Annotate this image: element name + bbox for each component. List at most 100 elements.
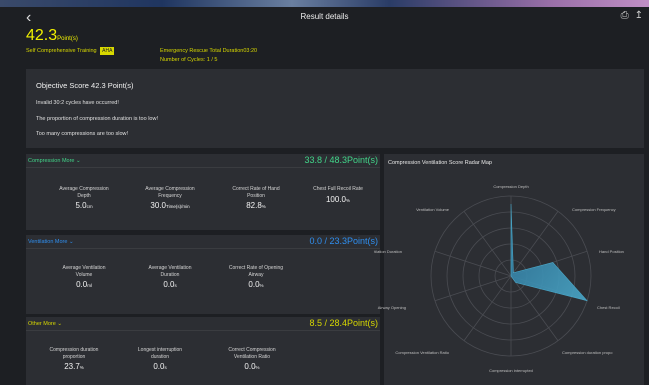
- chevron-down-icon: ⌄: [57, 321, 62, 327]
- metric-number: 0.0: [248, 280, 260, 289]
- page-title: Result details: [300, 12, 349, 21]
- metric-value: 100.0%: [298, 195, 378, 204]
- compression-title: Compression: [28, 158, 61, 164]
- ventilation-more-link[interactable]: More: [55, 239, 68, 245]
- metric-unit: %: [79, 365, 84, 370]
- objective-score-panel: Objective Score 42.3 Point(s) Invalid 30…: [26, 69, 644, 148]
- metric-value: 0.0s: [130, 280, 210, 289]
- metric-avg-ventilation-duration: Average Ventilation Duration 0.0s: [130, 265, 210, 289]
- header-actions: ⎙ ↥: [621, 10, 643, 21]
- metric-avg-compression-frequency: Average Compression Frequency 30.0Time(s…: [130, 186, 210, 210]
- training-mode: Self Comprehensive Training AHA: [26, 47, 115, 55]
- metric-label: Airway: [248, 271, 264, 278]
- metric-unit: cm: [86, 204, 93, 209]
- total-score-value: 42.3: [26, 27, 58, 44]
- other-title: Other: [28, 321, 42, 327]
- radar-spoke: [434, 275, 512, 302]
- metric-compression-duration-proportion: Compression duration proportion 23.7%: [34, 347, 114, 371]
- metric-longest-interruption: Longest interruption duration 0.0s: [120, 347, 200, 371]
- metric-number: 0.0: [76, 280, 88, 289]
- metric-label: proportion: [62, 353, 86, 360]
- metric-unit: s: [164, 365, 167, 370]
- compression-header: Compression More ⌄ 33.8 / 48.3Point(s): [26, 154, 380, 168]
- metric-number: 0.0: [163, 280, 175, 289]
- metric-number: 23.7: [64, 362, 80, 371]
- ventilation-score: 0.0 / 23.3Point(s): [309, 236, 378, 246]
- ventilation-header: Ventilation More ⌄ 0.0 / 23.3Point(s): [26, 235, 380, 249]
- metric-unit: Time(s)/min: [165, 204, 190, 209]
- radar-axis-label: tilation Duration: [374, 249, 402, 254]
- metric-number: 82.8: [246, 201, 262, 210]
- metric-number: 100.0: [325, 194, 346, 204]
- metric-unit: %: [346, 197, 351, 203]
- radar-axis-label: Ventilation Volume: [416, 207, 449, 212]
- metric-airway-opening-rate: Correct Rate of Opening Airway 0.0%: [216, 265, 296, 289]
- metric-avg-ventilation-volume: Average Ventilation Volume 0.0ml: [44, 265, 124, 289]
- metric-label: Depth: [77, 192, 91, 199]
- compression-more-link[interactable]: More: [62, 158, 75, 164]
- compression-label[interactable]: Compression More ⌄: [28, 158, 81, 164]
- other-label[interactable]: Other More ⌄: [28, 321, 62, 327]
- radar-axis-label: Hand Position: [599, 249, 624, 254]
- print-icon[interactable]: ⎙: [621, 10, 629, 21]
- objective-message: Too many compressions are too slow!: [36, 131, 129, 137]
- other-score: 8.5 / 28.4Point(s): [309, 318, 378, 328]
- other-more-link[interactable]: More: [43, 321, 56, 327]
- total-score: 42.3Point(s): [26, 27, 78, 45]
- window-top-strip: [0, 0, 649, 7]
- chevron-down-icon: ⌄: [76, 158, 81, 164]
- metric-number: 30.0: [150, 201, 166, 210]
- training-mode-label: Self Comprehensive Training: [26, 48, 97, 54]
- metric-value: 23.7%: [34, 362, 114, 371]
- total-score-unit: Point(s): [57, 36, 78, 42]
- metric-value: 0.0s: [120, 362, 200, 371]
- metric-number: 0.0: [244, 362, 256, 371]
- radar-axis-label: Compression Ventilation Ratio: [395, 350, 449, 355]
- metric-value: 0.0%: [212, 362, 292, 371]
- chevron-down-icon: ⌄: [68, 239, 74, 245]
- metric-unit: %: [255, 365, 260, 370]
- radar-score-area: [510, 203, 588, 302]
- metric-label: Frequency: [158, 192, 182, 199]
- metric-value: 0.0%: [216, 280, 296, 289]
- objective-score-title: Objective Score 42.3 Point(s): [36, 81, 134, 90]
- aha-badge: AHA: [100, 47, 115, 55]
- metric-label: Position: [247, 192, 265, 199]
- ventilation-label[interactable]: Ventilation More ⌄: [28, 239, 74, 245]
- other-panel: Other More ⌄ 8.5 / 28.4Point(s) Compress…: [26, 317, 380, 385]
- metric-unit: %: [259, 283, 264, 288]
- metric-label: duration: [150, 353, 170, 360]
- metric-chest-recoil-rate: Chest Full Recoil Rate 100.0%: [298, 186, 378, 204]
- radar-axis-label: Compression interrupted: [489, 368, 533, 373]
- metric-value: 30.0Time(s)/min: [130, 201, 210, 210]
- radar-spoke: [463, 211, 512, 277]
- radar-axis-label: Compression Frequency: [572, 207, 616, 212]
- metric-label: Volume: [75, 271, 93, 278]
- other-header: Other More ⌄ 8.5 / 28.4Point(s): [26, 317, 380, 331]
- radar-panel: Compression Ventilation Score Radar Map …: [374, 154, 644, 385]
- metric-number: 0.0: [153, 362, 165, 371]
- metric-unit: %: [261, 204, 266, 209]
- radar-spoke: [434, 250, 512, 277]
- metric-label: Chest Full Recoil Rate: [313, 186, 363, 192]
- metric-unit: ml: [87, 283, 92, 288]
- metric-unit: s: [174, 283, 177, 288]
- rescue-duration: Emergency Rescue Total Duration03:20: [160, 48, 258, 54]
- share-icon[interactable]: ↥: [635, 10, 643, 21]
- objective-message: Invalid 30:2 cycles have occurred!: [36, 100, 119, 106]
- metric-compression-ventilation-ratio: Correct Compression Ventilation Ratio 0.…: [212, 347, 292, 371]
- objective-message: The proportion of compression duration i…: [36, 116, 158, 122]
- compression-score: 33.8 / 48.3Point(s): [304, 155, 378, 165]
- radar-spoke: [463, 275, 512, 341]
- metric-label: Ventilation Ratio: [233, 353, 271, 360]
- metric-label: Duration: [160, 271, 180, 278]
- compression-panel: Compression More ⌄ 33.8 / 48.3Point(s) A…: [26, 154, 380, 230]
- header: ‹ Result details ⎙ ↥ 42.3Point(s) Self C…: [0, 7, 649, 67]
- ventilation-title: Ventilation: [28, 239, 54, 245]
- rescue-info: Emergency Rescue Total Duration03:20 Num…: [160, 47, 257, 65]
- metric-value: 5.0cm: [44, 201, 124, 210]
- ventilation-panel: Ventilation More ⌄ 0.0 / 23.3Point(s) Av…: [26, 235, 380, 314]
- cycle-count: Number of Cycles: 1 / 5: [160, 57, 218, 63]
- radar-axis-label: Compression Depth: [493, 184, 529, 189]
- metric-number: 5.0: [75, 201, 87, 210]
